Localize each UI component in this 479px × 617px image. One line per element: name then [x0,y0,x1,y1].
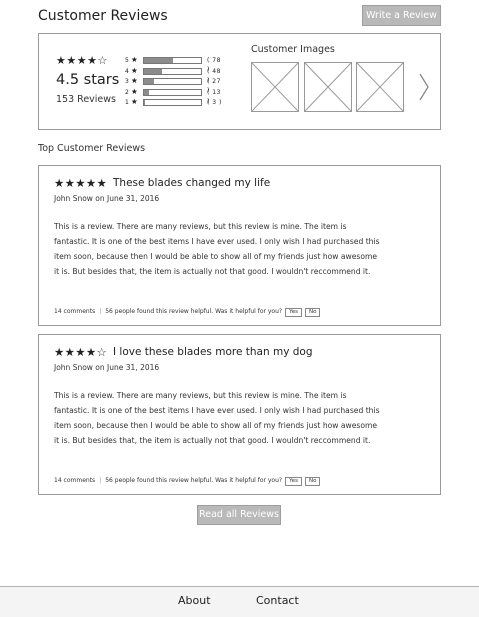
page-title: Customer Reviews [38,8,168,24]
review-card: ★★★★☆ I love these blades more than my d… [38,334,441,495]
review-title: These blades changed my life [113,177,271,189]
histogram-star-label: 3 [125,78,129,86]
histogram-star-label: 4 [125,67,129,75]
histogram-bar-fill [144,58,174,63]
customer-images-label: Customer Images [251,44,335,55]
histogram-bar-fill [144,68,162,74]
histogram-row[interactable]: 3 ★ ( 27 ) [125,76,225,95]
histogram-row[interactable]: 4 ★ ( 48 ) [125,65,225,84]
divider: | [99,308,102,315]
histogram-bar [143,99,202,107]
star-icon: ★ [131,76,138,86]
histogram-row[interactable]: 1 ★ ( 3 ) [125,98,225,109]
histogram-bar-fill [144,100,146,106]
review-stars: ★★★★☆ [54,345,108,359]
review-body: This is a review. There are many reviews… [54,391,380,445]
histogram-bar [143,67,202,75]
histogram-bar [143,57,202,64]
customer-image-thumbnail[interactable] [251,62,299,112]
helpful-yes-button[interactable]: Yes [285,308,302,317]
review-footer: 14 comments | 56 people found this review … [54,308,321,317]
comments-link[interactable]: 14 comments [54,308,95,315]
comments-link[interactable]: 14 comments [54,477,95,484]
histogram-count: ( 3 ) [207,99,222,107]
histogram-row[interactable]: 5 ★ ( 78 ) [125,55,225,74]
histogram-bar [143,88,202,96]
star-icon: ★ [131,97,138,107]
footer-contact-link[interactable]: Contact [256,594,299,607]
histogram-row[interactable]: 2 ★ ( 13 ) [125,86,225,105]
rating-histogram: 5 ★ ( 78 ) 4 ★ ( 48 ) 3 ★ ( 27 ) 2 ★ ( 1… [125,56,225,109]
review-title: I love these blades more than my dog [113,346,313,358]
rating-summary: ★★★★☆ 4.5 stars 153 Reviews 5 ★ ( 78 ) 4… [38,33,441,130]
review-stars: ★★★★★ [54,176,108,190]
image-placeholder-icon [252,63,298,111]
star-icon: ★ [131,86,138,96]
image-placeholder-icon [305,63,351,111]
histogram-star-label: 5 [125,57,129,64]
footer: About Contact [0,586,479,617]
star-icon: ★ [131,55,138,64]
histogram-bar [143,78,202,86]
footer-about-link[interactable]: About [178,594,211,607]
customer-image-thumbnail[interactable] [304,62,352,112]
divider: | [99,477,102,484]
review-footer: 14 comments | 56 people found this review … [54,477,321,486]
write-review-button[interactable]: Write a Review [362,5,441,26]
chevron-right-icon[interactable] [417,72,431,102]
review-author: John Snow on June 31, 2016 [54,194,160,203]
average-rating-stars: ★★★★☆ [56,54,108,67]
review-count: 153 Reviews [56,94,116,105]
histogram-bar-fill [144,79,155,85]
review-author: John Snow on June 31, 2016 [54,363,160,372]
read-all-reviews-button[interactable]: Read all Reviews [197,505,281,525]
top-reviews-heading: Top Customer Reviews [38,143,146,154]
histogram-star-label: 1 [125,99,129,107]
review-card: ★★★★★ These blades changed my life John … [38,165,441,326]
histogram-bar-fill [144,89,149,95]
helpful-text: 56 people found this review helpful. Was… [105,308,283,315]
helpful-no-button[interactable]: No [304,477,321,486]
histogram-star-label: 2 [125,88,129,96]
helpful-text: 56 people found this review helpful. Was… [105,477,283,484]
average-rating-text: 4.5 stars [56,72,120,88]
star-icon: ★ [131,65,138,75]
review-body: This is a review. There are many reviews… [54,222,380,276]
helpful-yes-button[interactable]: Yes [285,477,302,486]
helpful-no-button[interactable]: No [304,308,321,317]
customer-image-thumbnail[interactable] [356,62,404,112]
image-placeholder-icon [357,63,403,111]
